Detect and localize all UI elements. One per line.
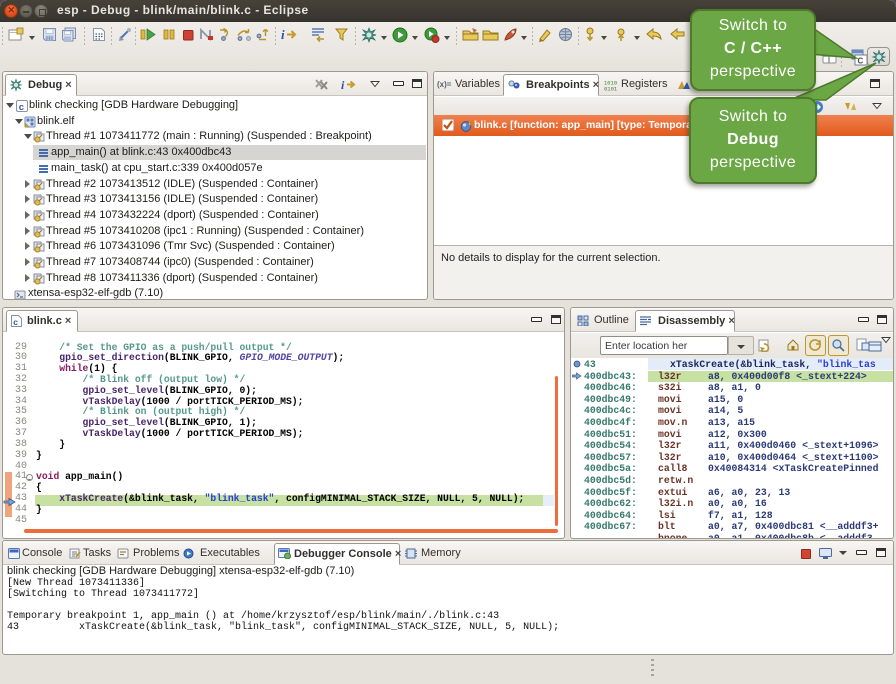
svg-text:c: c <box>13 317 18 327</box>
